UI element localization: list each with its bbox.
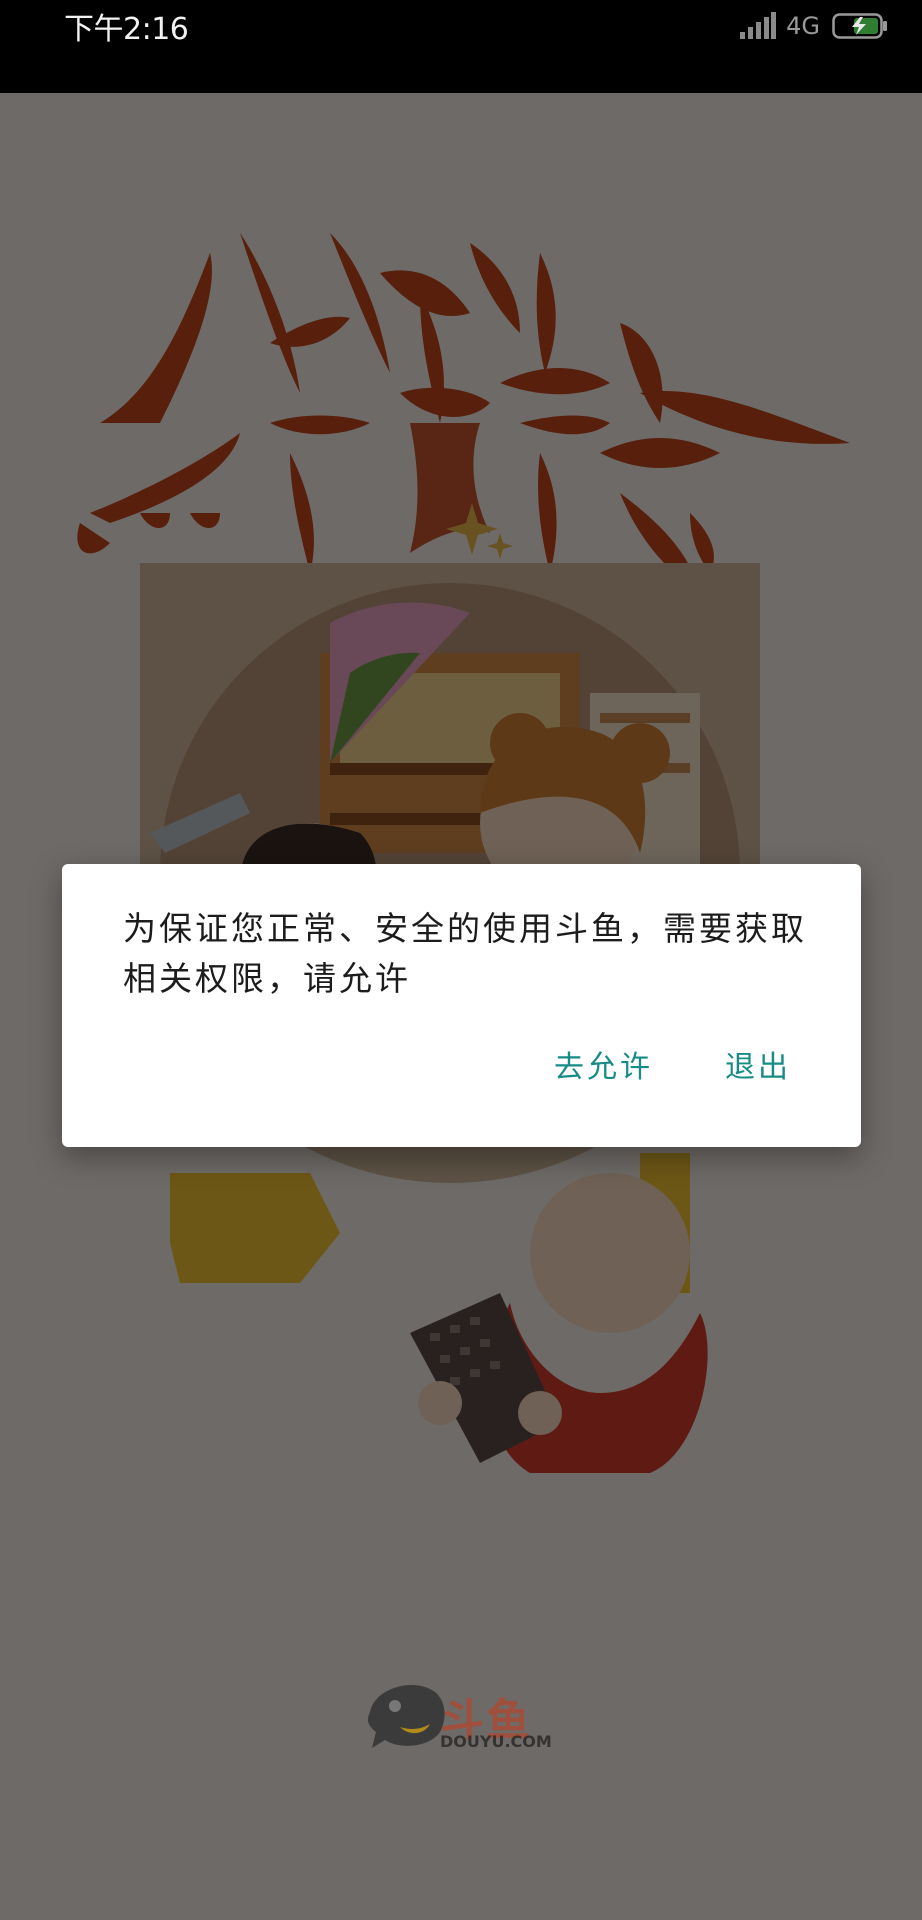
app-screen: 下午2:16 4G 斗鱼 DOUYU.COM 为保证您正常、安全的使用斗鱼，需要… [0,0,922,1920]
douyu-logo-domain: DOUYU.COM [440,1732,552,1751]
permission-dialog: 为保证您正常、安全的使用斗鱼，需要获取相关权限，请允许 去允许 退出 [62,864,861,1147]
signal-bars-icon [740,12,777,39]
allow-button[interactable]: 去允许 [554,1042,653,1086]
dialog-actions: 去允许 退出 [554,1042,791,1086]
exit-button[interactable]: 退出 [725,1042,791,1086]
status-icons: 4G [738,8,888,44]
battery-charging-icon [832,13,887,39]
status-time: 下午2:16 [64,12,189,47]
network-type-label: 4G [786,12,820,40]
dialog-message: 为保证您正常、安全的使用斗鱼，需要获取相关权限，请允许 [123,909,807,998]
status-bar: 下午2:16 4G [0,0,922,93]
